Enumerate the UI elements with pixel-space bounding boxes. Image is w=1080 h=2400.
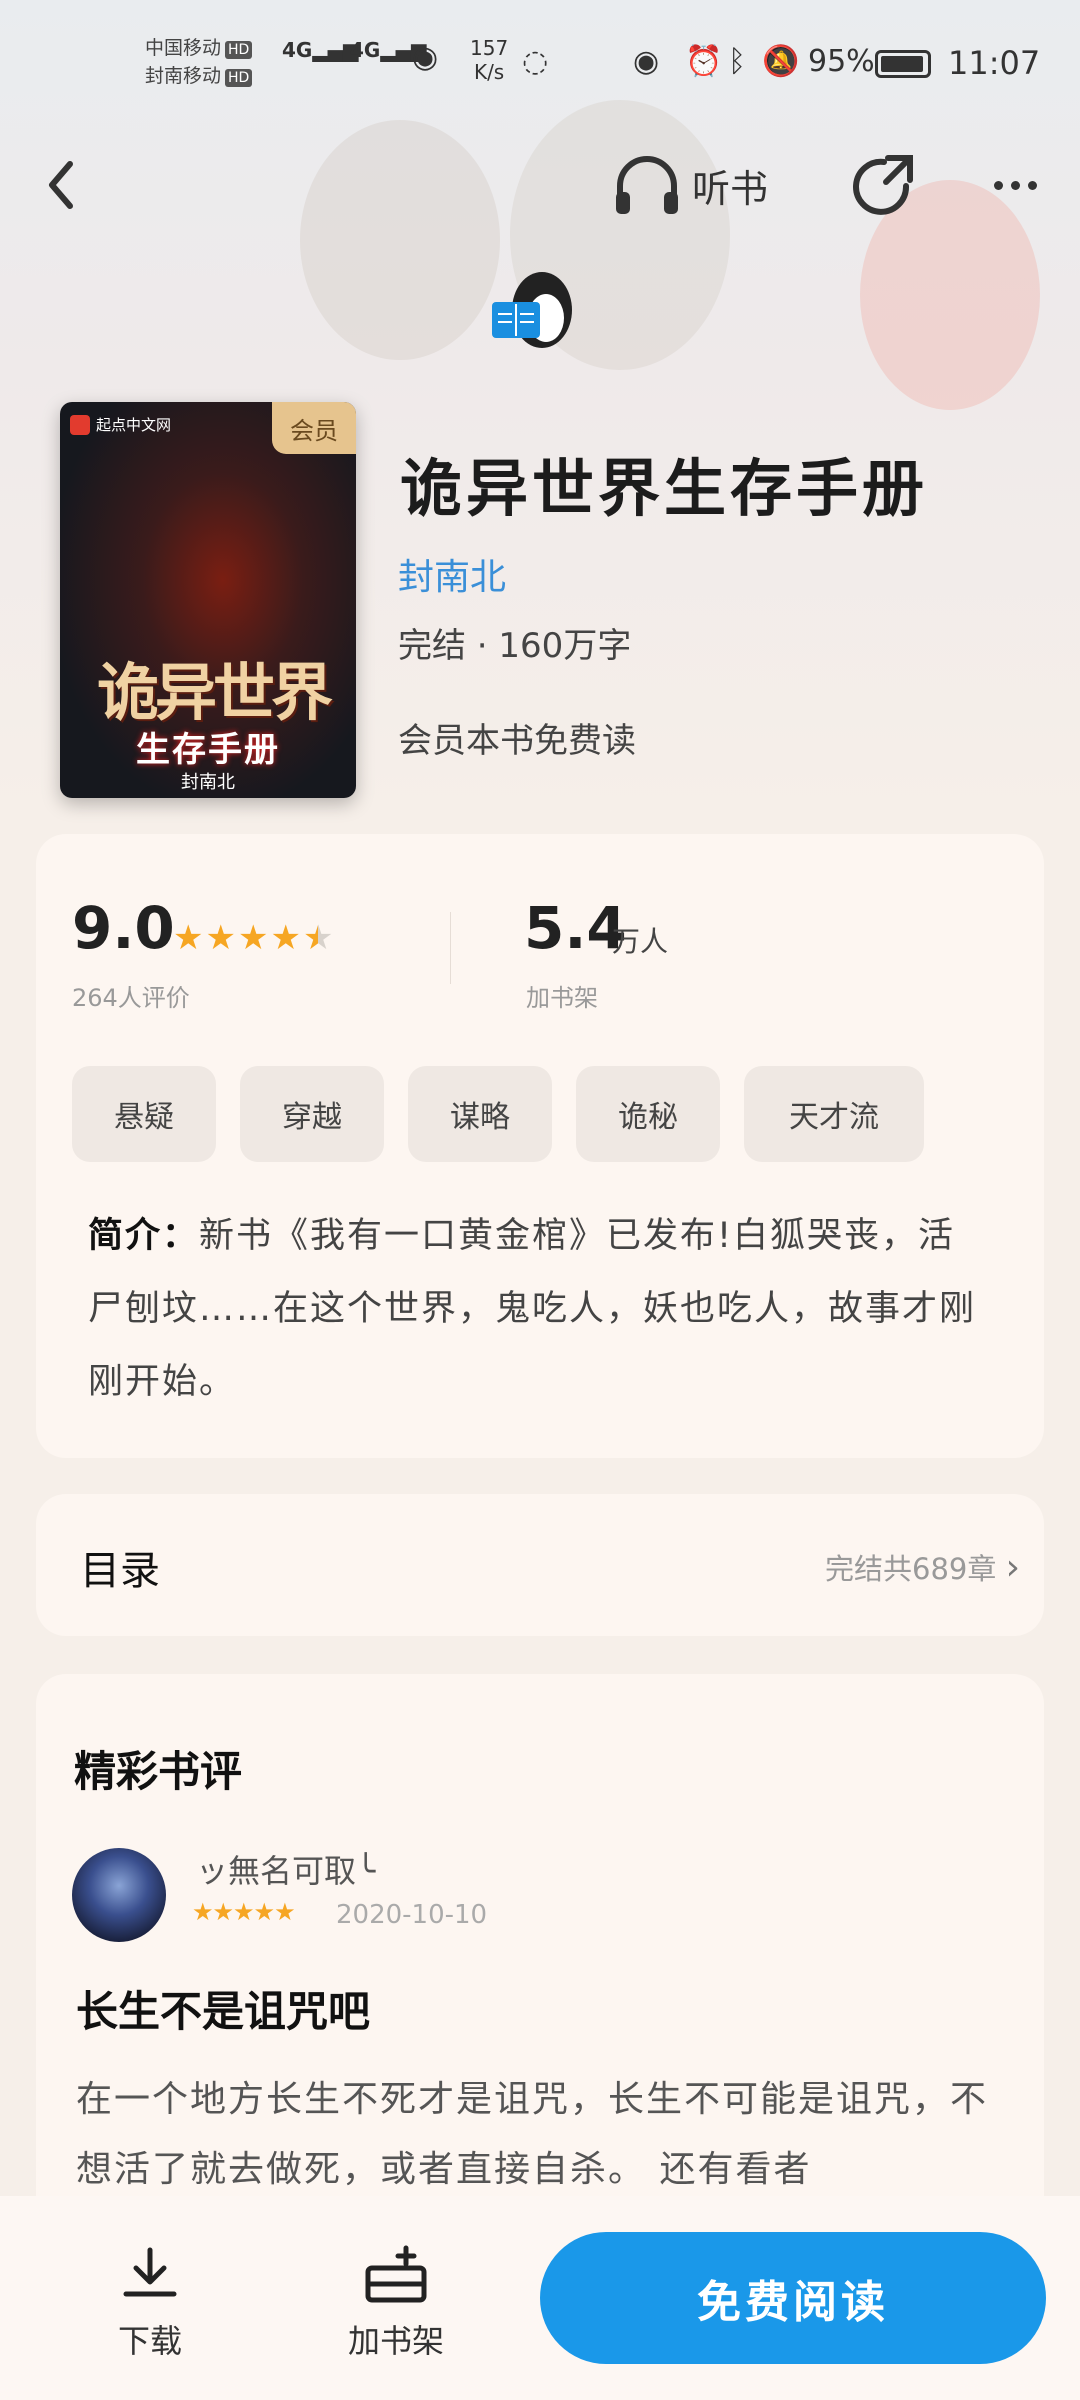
loading-icon: ◌ xyxy=(522,44,549,79)
cover-publisher: 起点中文网 xyxy=(70,414,171,435)
book-cover[interactable]: 起点中文网 会员 诡异世界 生存手册 封南北 xyxy=(60,402,356,798)
toc-label: 目录 xyxy=(80,1548,160,1594)
signal-icon-1: 4G▂▄▆ xyxy=(282,38,359,62)
hd-badge: HD xyxy=(225,41,253,59)
back-chevron-icon xyxy=(49,161,73,209)
star-icon: ★ xyxy=(237,918,269,958)
review-stars: ★★★★★ xyxy=(192,1898,296,1926)
listen-label: 听书 xyxy=(692,166,769,211)
review-body[interactable]: 在一个地方长生不死才是诅咒，长生不可能是诅咒，不想活了就去做死，或者直接自杀。 … xyxy=(76,2065,1016,2205)
cover-subtitle: 生存手册 xyxy=(136,730,280,770)
listen-button[interactable]: 听书 xyxy=(612,150,768,220)
download-label: 下载 xyxy=(117,2322,182,2360)
clock: 11:07 xyxy=(948,44,1041,82)
add-shelf-label: 加书架 xyxy=(347,2322,444,2360)
tag-item[interactable]: 悬疑 xyxy=(72,1066,216,1162)
vip-badge: 会员 xyxy=(272,402,356,454)
add-shelf-button[interactable]: 加书架 xyxy=(326,2240,466,2362)
alarm-icon: ⏰ xyxy=(685,44,723,79)
tag-list: 悬疑 穿越 谋略 诡秘 天才流 xyxy=(72,1066,924,1162)
review-title[interactable]: 长生不是诅咒吧 xyxy=(76,1978,370,2039)
review-username[interactable]: ッ無名可取╰ xyxy=(196,1846,375,1892)
tag-item[interactable]: 天才流 xyxy=(744,1066,924,1162)
toc-summary: 完结共689章 › xyxy=(825,1547,1020,1588)
tag-item[interactable]: 谋略 xyxy=(408,1066,552,1162)
hd-badge-2: HD xyxy=(225,69,253,87)
dot xyxy=(993,180,1003,190)
rating-stars: ★ ★ ★ ★ ★ xyxy=(173,918,333,958)
bluetooth-icon: ᛒ xyxy=(728,44,746,79)
half-star-icon: ★ xyxy=(302,918,334,958)
free-read-button[interactable]: 免费阅读 xyxy=(540,2232,1046,2364)
reviews-header: 精彩书评 xyxy=(74,1747,243,1796)
battery-percent: 95% xyxy=(808,44,875,79)
share-button[interactable] xyxy=(848,150,918,220)
intro-label: 简介： xyxy=(88,1216,200,1256)
carrier-info: 中国移动 HD 封南移动 HD xyxy=(145,34,253,90)
carrier-2: 封南移动 xyxy=(145,65,222,87)
back-button[interactable] xyxy=(38,150,88,220)
eye-icon: ◉ xyxy=(633,44,660,79)
cover-author: 封南北 xyxy=(181,772,235,793)
mute-icon: 🔕 xyxy=(762,44,800,79)
battery-icon xyxy=(875,50,931,78)
star-icon: ★ xyxy=(205,918,236,958)
dot xyxy=(1010,180,1020,190)
review-date: 2020-10-10 xyxy=(336,1900,488,1930)
rating-score: 9.0 xyxy=(72,894,175,962)
download-icon xyxy=(80,2240,220,2310)
more-button[interactable] xyxy=(980,150,1050,220)
status-bar: 中国移动 HD 封南移动 HD 4G▂▄▆ 4G▂▄▆ ◉ 157 K/s ◌ ◉ … xyxy=(0,0,1080,130)
avatar[interactable] xyxy=(72,1848,166,1942)
book-meta: 完结 · 160万字 xyxy=(398,626,632,666)
intro-text: 新书《我有一口黄金棺》已发布!白狐哭丧，活尸刨坟……在这个世界，鬼吃人，妖也吃人… xyxy=(88,1216,977,1402)
book-intro[interactable]: 简介：新书《我有一口黄金棺》已发布!白狐哭丧，活尸刨坟……在这个世界，鬼吃人，妖… xyxy=(88,1200,988,1419)
cover-title: 诡异世界 xyxy=(96,656,333,729)
battery-level xyxy=(881,56,923,72)
stats-divider xyxy=(450,912,451,984)
reader-mascot-icon xyxy=(488,262,584,358)
rating-count: 264人评价 xyxy=(72,984,190,1012)
decor-penguin-left xyxy=(300,120,500,360)
carrier-1: 中国移动 xyxy=(145,37,222,59)
download-button[interactable]: 下载 xyxy=(80,2240,220,2362)
shelf-unit: 万人 xyxy=(612,925,669,958)
star-icon: ★ xyxy=(270,918,301,958)
star-icon: ★ xyxy=(173,918,204,958)
bookshelf-add-icon xyxy=(326,2240,466,2310)
author-link[interactable]: 封南北 xyxy=(398,548,506,600)
tag-item[interactable]: 诡秘 xyxy=(576,1066,720,1162)
headphones-icon xyxy=(616,156,678,214)
share-icon xyxy=(853,155,913,215)
chevron-right-icon: › xyxy=(1005,1547,1020,1588)
free-note: 会员本书免费读 xyxy=(398,721,636,761)
hotspot-icon: ◉ xyxy=(412,40,439,75)
book-title: 诡异世界生存手册 xyxy=(400,452,929,525)
publisher-logo-icon xyxy=(70,414,90,435)
shelf-label: 加书架 xyxy=(526,984,598,1012)
tag-item[interactable]: 穿越 xyxy=(240,1066,384,1162)
network-speed: 157 K/s xyxy=(470,36,509,84)
dot xyxy=(1027,180,1037,190)
